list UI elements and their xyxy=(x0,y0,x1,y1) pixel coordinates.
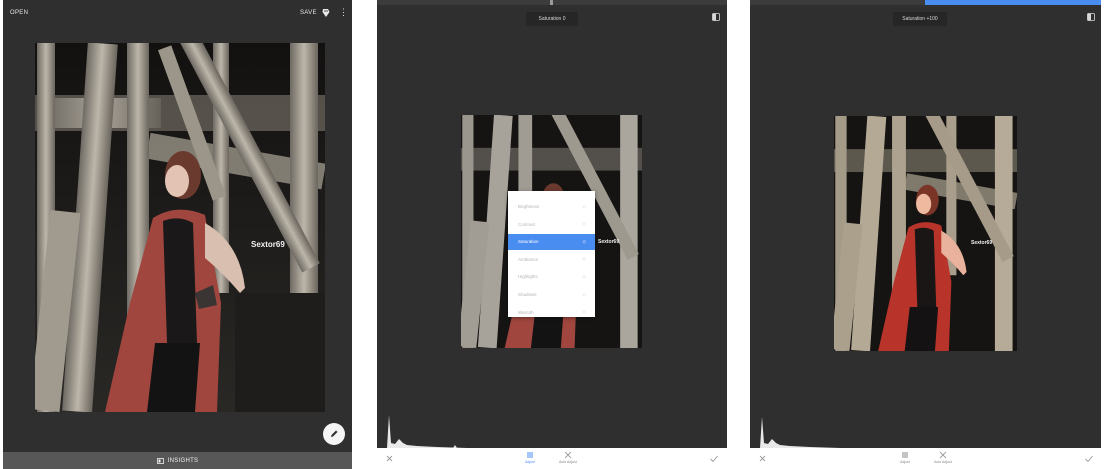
menu-item-label: Contrast xyxy=(518,221,536,227)
edit-button[interactable] xyxy=(323,423,345,445)
auto-adjust-tool-label: Auto Adjust xyxy=(559,460,577,464)
menu-item-warmth[interactable]: Warmth ◇ xyxy=(508,304,595,320)
adjust-tool-label: Adjust xyxy=(525,460,535,464)
adjust-option-icon: ◇ xyxy=(582,256,586,262)
auto-adjust-icon xyxy=(939,451,947,459)
tune-image-screen-saturation-0: Saturation 0 Sextor69 Brightness ◇ Contras… xyxy=(377,0,727,469)
bottom-toolbar: Adjust Auto Adjust xyxy=(750,448,1101,469)
bottom-toolbar: Adjust Auto Adjust xyxy=(377,448,727,469)
menu-item-highlights[interactable]: Highlights ◇ xyxy=(508,269,595,285)
adjust-tool-button[interactable]: Adjust xyxy=(900,451,910,464)
edit-pencil-icon xyxy=(331,430,338,437)
menu-item-label: Ambiance xyxy=(518,256,539,262)
histogram xyxy=(750,417,840,448)
photo-watermark-text: Sextor69 xyxy=(598,239,620,245)
adjust-icon xyxy=(526,452,533,458)
adjust-tool-label: Adjust xyxy=(900,460,910,464)
open-button[interactable]: OPEN xyxy=(10,10,28,16)
adjust-value-tooltip: Saturation 0 xyxy=(526,12,578,26)
compare-icon[interactable] xyxy=(712,13,720,21)
menu-item-contrast[interactable]: Contrast ◇ xyxy=(508,216,595,232)
preview-photo: Sextor69 xyxy=(834,116,1017,351)
menu-item-saturation[interactable]: Saturation ◇ xyxy=(508,233,595,250)
auto-adjust-tool-label: Auto Adjust xyxy=(934,460,952,464)
close-icon[interactable] xyxy=(758,454,767,463)
menu-item-label: Highlights xyxy=(518,274,538,280)
adjust-slider-track[interactable] xyxy=(750,0,1101,5)
photo-watermark-text: Sextor69 xyxy=(971,240,993,246)
menu-item-shadows[interactable]: Shadows ◇ xyxy=(508,287,595,303)
menu-item-label: Shadows xyxy=(518,292,537,298)
apply-check-icon[interactable] xyxy=(1084,454,1094,463)
adjust-menu: Brightness ◇ Contrast ◇ Saturation ◇ Ambiance ◇… xyxy=(508,191,595,317)
photo-scene-image xyxy=(35,43,325,412)
adjust-option-icon: ◇ xyxy=(582,273,586,279)
menu-item-brightness[interactable]: Brightness ◇ xyxy=(508,199,595,215)
close-icon[interactable] xyxy=(385,454,394,463)
adjust-value-tooltip: Saturation +100 xyxy=(893,12,947,26)
adjust-option-icon: ◇ xyxy=(582,291,586,297)
menu-item-label: Warmth xyxy=(518,309,534,315)
more-icon[interactable]: ⋮ xyxy=(339,7,348,17)
adjust-option-icon: ◇ xyxy=(582,203,586,209)
adjust-tool-button[interactable]: Adjust xyxy=(525,451,535,464)
adjust-slider-fill xyxy=(925,0,1101,5)
insights-label: INSIGHTS xyxy=(167,457,199,464)
main-photo: Sextor69 xyxy=(35,43,325,412)
compare-icon[interactable] xyxy=(1087,13,1095,21)
apply-check-icon[interactable] xyxy=(709,454,719,463)
photo-scene-image xyxy=(834,116,1017,351)
snapseed-main-screen: OPEN SAVE ⋮ Sextor69 INSIGHTS xyxy=(3,0,352,469)
share-icon[interactable] xyxy=(321,8,331,18)
histogram xyxy=(377,415,727,448)
menu-item-label: Saturation xyxy=(518,239,539,245)
adjust-option-icon: ◇ xyxy=(582,238,586,244)
adjust-option-icon: ◇ xyxy=(582,309,586,315)
save-button[interactable]: SAVE xyxy=(300,10,317,16)
adjust-icon xyxy=(901,452,908,458)
photo-watermark-text: Sextor69 xyxy=(251,240,285,249)
auto-adjust-icon xyxy=(564,451,572,459)
insights-icon xyxy=(156,457,164,464)
insights-button[interactable]: INSIGHTS xyxy=(3,452,352,469)
menu-item-label: Brightness xyxy=(518,204,540,210)
adjust-option-icon: ◇ xyxy=(582,221,586,227)
adjust-slider-track[interactable] xyxy=(377,0,727,5)
menu-item-ambiance[interactable]: Ambiance ◇ xyxy=(508,251,595,267)
auto-adjust-tool-button[interactable]: Auto Adjust xyxy=(559,451,577,464)
adjust-slider-handle[interactable] xyxy=(550,0,553,5)
tune-image-screen-saturation-100: Saturation +100 Sextor69 Adjust Auto Adj… xyxy=(750,0,1101,469)
auto-adjust-tool-button[interactable]: Auto Adjust xyxy=(934,451,952,464)
